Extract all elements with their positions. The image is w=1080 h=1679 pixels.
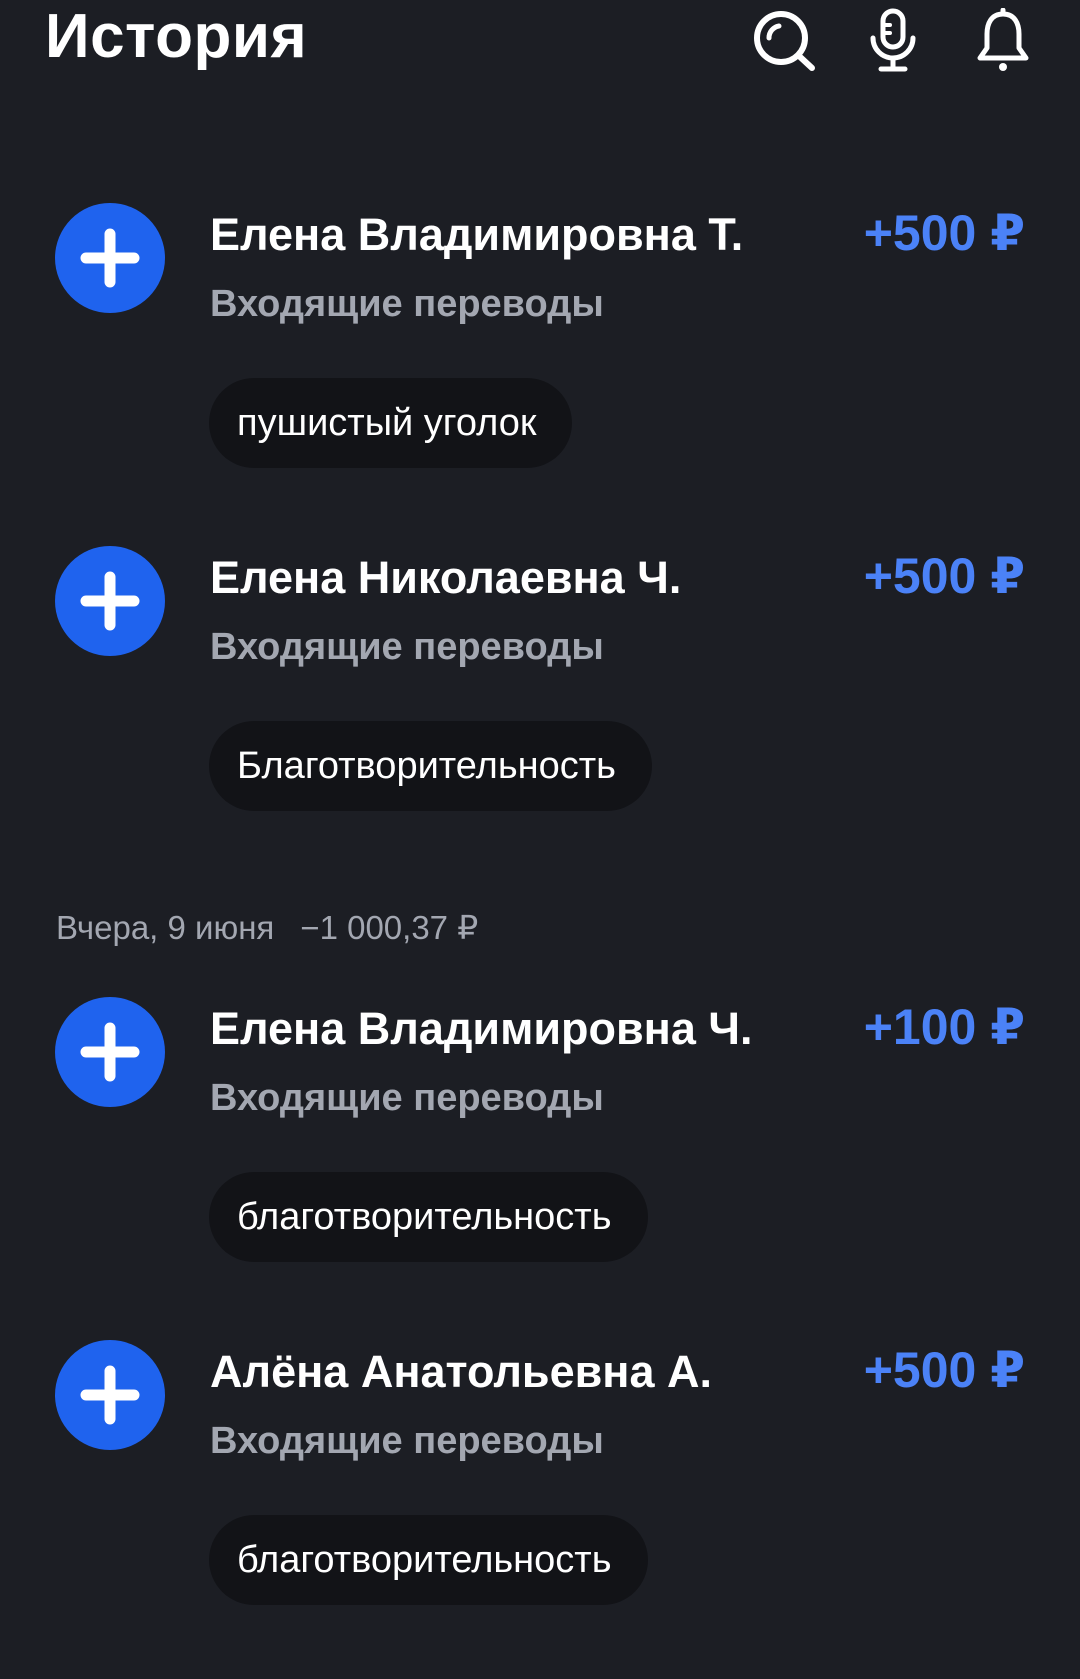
transaction-sender: Елена Николаевна Ч.	[210, 552, 682, 603]
transaction-amount: +500 ₽	[863, 205, 1025, 261]
date-total: −1 000,37 ₽	[300, 909, 479, 946]
notifications-button[interactable]	[966, 4, 1040, 78]
transaction-category: Входящие переводы	[210, 1077, 604, 1119]
voice-input-button[interactable]	[856, 4, 930, 78]
transaction-item[interactable]: Елена Владимировна Ч. +100 ₽ Входящие пе…	[0, 997, 1080, 1287]
microphone-icon	[870, 8, 916, 72]
transaction-comment: Благотворительность	[209, 721, 652, 811]
plus-icon	[80, 571, 140, 631]
date-label: Вчера, 9 июня	[56, 909, 275, 946]
transaction-comment: пушистый уголок	[209, 378, 573, 468]
transaction-sender: Алёна Анатольевна А.	[210, 1346, 712, 1397]
transaction-category: Входящие переводы	[210, 1420, 604, 1462]
transaction-amount: +500 ₽	[863, 1342, 1025, 1398]
bell-icon	[977, 8, 1029, 71]
transaction-amount: +500 ₽	[863, 548, 1025, 604]
transaction-sender: Елена Владимировна Ч.	[210, 1003, 753, 1054]
transaction-avatar	[55, 1340, 165, 1450]
transaction-item[interactable]: Алёна Анатольевна А. +500 ₽ Входящие пер…	[0, 1340, 1080, 1630]
app-header: История	[0, 0, 1080, 100]
transaction-category: Входящие переводы	[210, 626, 604, 668]
transaction-avatar	[55, 997, 165, 1107]
transaction-comment: благотворительность	[209, 1515, 648, 1605]
plus-icon	[80, 1022, 140, 1082]
transaction-comment: благотворительность	[209, 1172, 648, 1262]
search-button[interactable]	[748, 4, 822, 78]
plus-icon	[80, 228, 140, 288]
transaction-item[interactable]: Елена Владимировна Т. +500 ₽ Входящие пе…	[0, 203, 1080, 493]
transaction-amount: +100 ₽	[863, 999, 1025, 1055]
search-icon	[754, 11, 815, 71]
page-title: История	[45, 2, 308, 71]
transaction-avatar	[55, 546, 165, 656]
transaction-avatar	[55, 203, 165, 313]
transaction-category: Входящие переводы	[210, 283, 604, 325]
transaction-item[interactable]: Елена Николаевна Ч. +500 ₽ Входящие пере…	[0, 546, 1080, 836]
transaction-sender: Елена Владимировна Т.	[210, 209, 744, 260]
plus-icon	[80, 1365, 140, 1425]
date-group-header: Вчера, 9 июня −1 000,37 ₽	[56, 906, 478, 950]
